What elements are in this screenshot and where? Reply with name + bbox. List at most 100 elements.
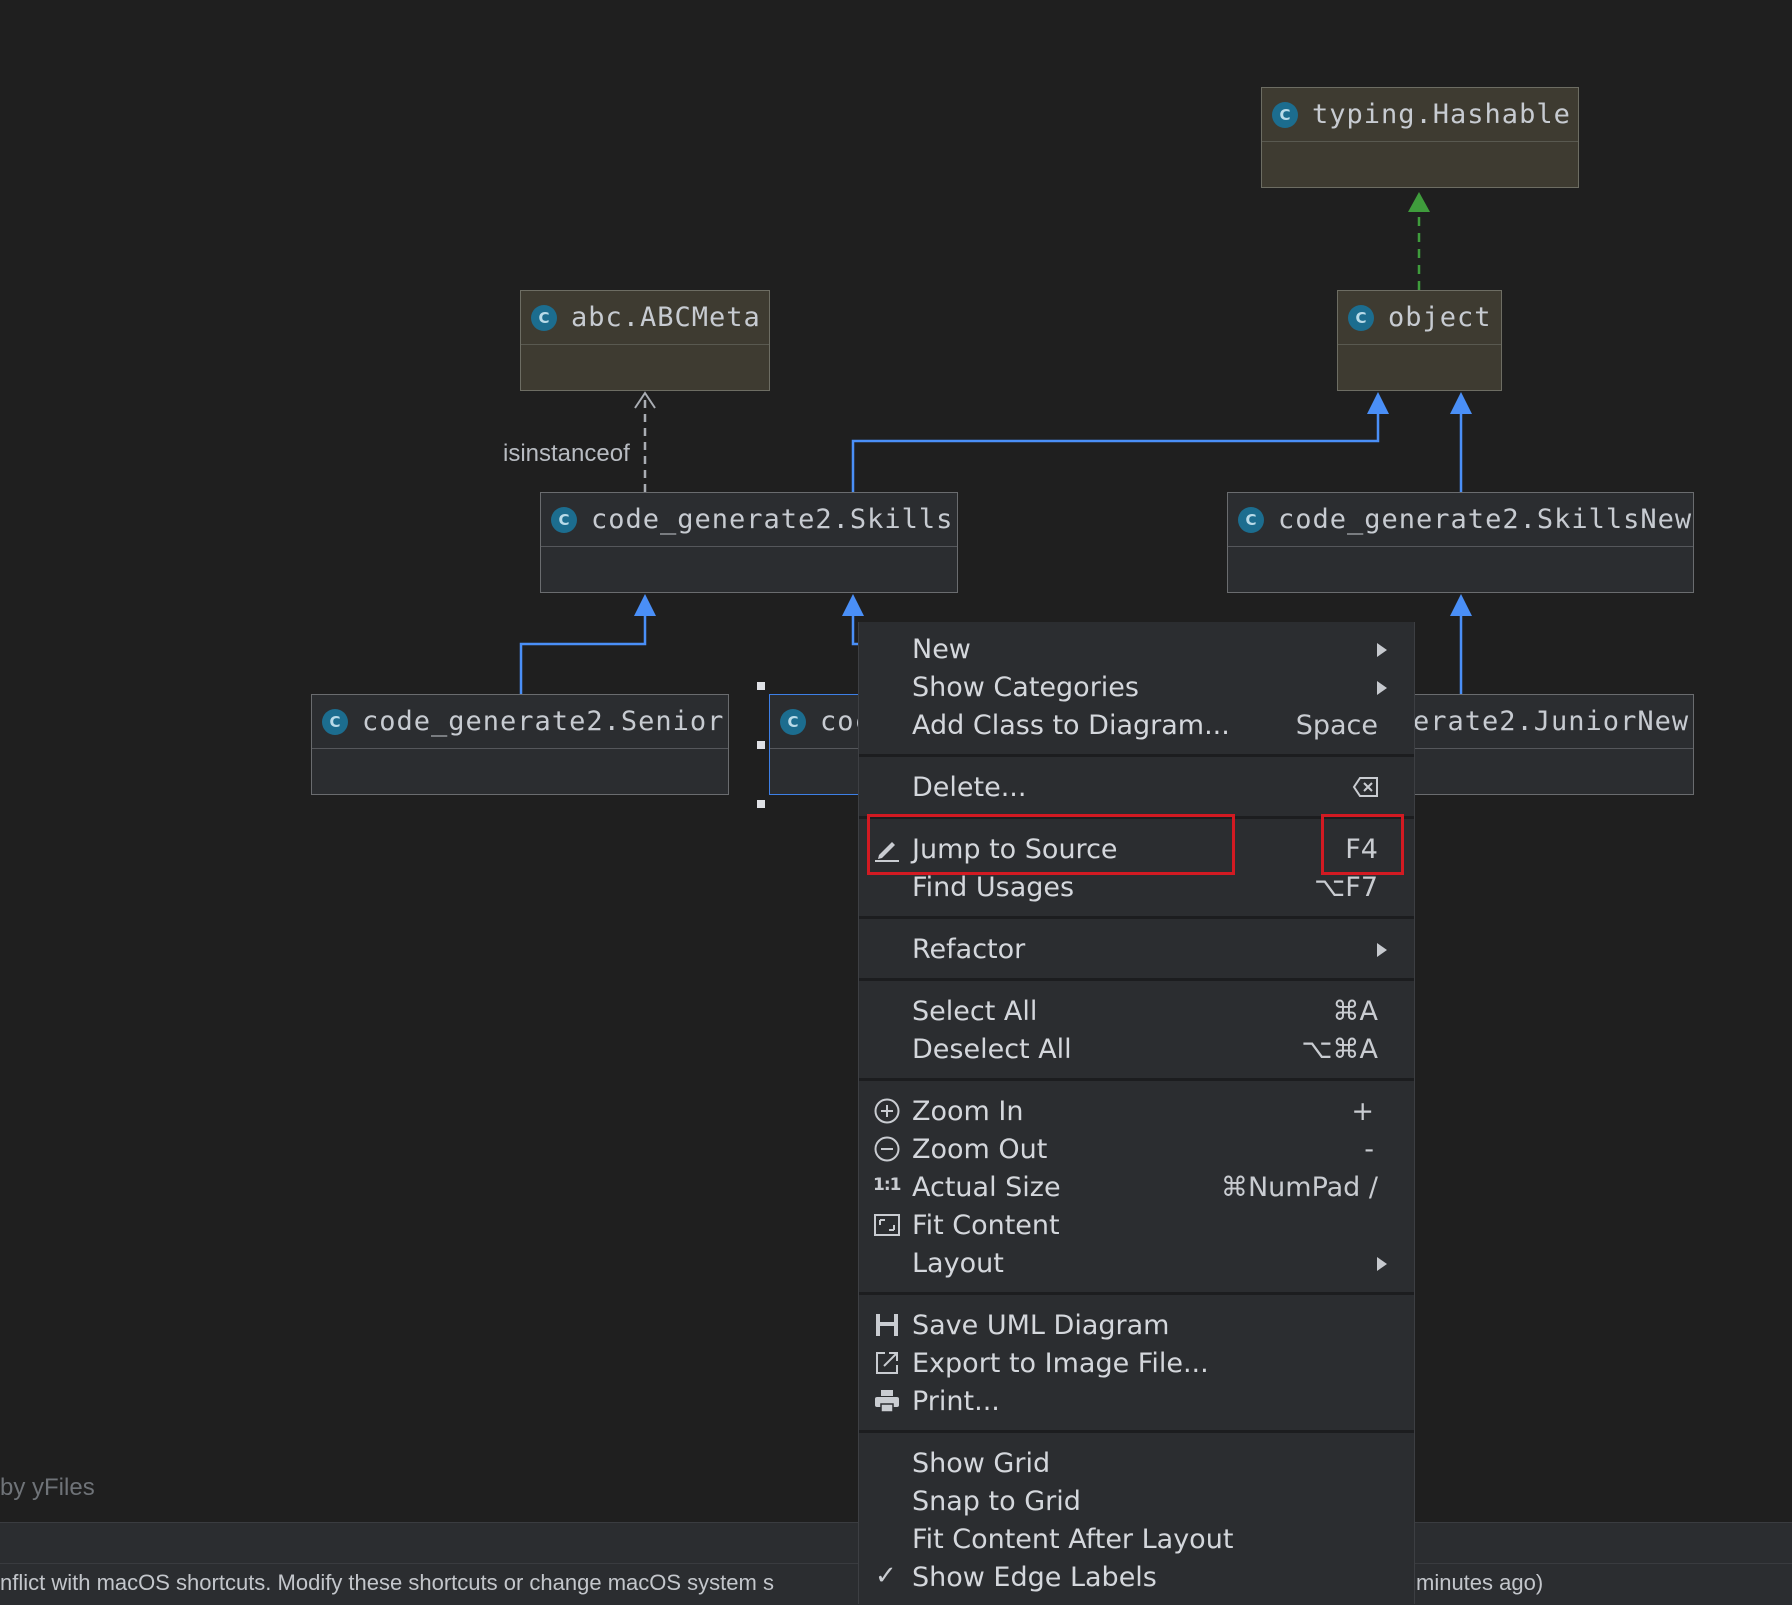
class-node-header: C object [1338, 291, 1501, 345]
menu-separator [859, 1430, 1414, 1433]
menu-separator [859, 1078, 1414, 1081]
menu-item-export-image[interactable]: Export to Image File... [859, 1343, 1414, 1381]
menu-item-label: New [912, 634, 971, 665]
zoom-in-icon [874, 1098, 900, 1124]
menu-item-label: Export to Image File... [912, 1348, 1209, 1379]
menu-item-label: Show Categories [912, 672, 1139, 703]
menu-item-label: Print... [912, 1386, 1000, 1417]
selection-handle[interactable] [757, 800, 765, 808]
edge-object-hashable-arrow [1408, 192, 1430, 212]
menu-item-shortcut: - [1364, 1134, 1374, 1165]
check-icon: ✓ [875, 1561, 897, 1591]
menu-item-shortcut: ⌥⌘A [1301, 1034, 1378, 1065]
class-node-header: erate2.JuniorNew [1401, 695, 1693, 749]
yfiles-watermark: by yFiles [0, 1474, 95, 1501]
menu-item-label: Deselect All [912, 1034, 1072, 1065]
delete-key-icon [1352, 777, 1378, 797]
menu-item-new[interactable]: New [859, 629, 1414, 667]
submenu-arrow-icon [1377, 1257, 1387, 1271]
save-icon [876, 1314, 898, 1336]
class-icon: C [551, 506, 577, 533]
class-node-skills-new[interactable]: C code_generate2.SkillsNew [1227, 492, 1694, 593]
fit-content-icon [874, 1214, 900, 1236]
menu-item-show-categories[interactable]: Show Categories [859, 667, 1414, 705]
menu-item-snap-to-grid[interactable]: Snap to Grid [859, 1481, 1414, 1519]
class-icon: C [780, 708, 806, 735]
class-node-header: C code_generate2.Skills [541, 493, 957, 547]
class-node-senior[interactable]: C code_generate2.Senior [311, 694, 729, 795]
menu-item-zoom-in[interactable]: Zoom In + [859, 1091, 1414, 1129]
class-node-hashable[interactable]: C typing.Hashable [1261, 87, 1579, 188]
edge-label-isinstanceof: isinstanceof [503, 440, 630, 467]
class-icon: C [1238, 506, 1264, 533]
menu-item-show-edge-labels[interactable]: ✓ Show Edge Labels [859, 1557, 1414, 1595]
status-message: nflict with macOS shortcuts. Modify thes… [0, 1570, 774, 1595]
context-menu: New Show Categories Add Class to Diagram… [858, 622, 1415, 1604]
class-node-header: C code_generate2.SkillsNew [1228, 493, 1693, 547]
menu-item-zoom-out[interactable]: Zoom Out - [859, 1129, 1414, 1167]
export-icon [876, 1352, 898, 1374]
menu-item-label: Zoom Out [912, 1134, 1048, 1165]
menu-item-shortcut: Space [1295, 710, 1378, 741]
menu-separator [859, 978, 1414, 981]
class-name: typing.Hashable [1312, 99, 1571, 130]
class-node-junior-new[interactable]: erate2.JuniorNew [1400, 694, 1694, 795]
menu-item-label: Fit Content After Layout [912, 1524, 1234, 1555]
submenu-arrow-icon [1377, 643, 1387, 657]
class-name: code_generate2.Senior [362, 706, 725, 737]
edge-junior-skills-arrow [842, 594, 864, 616]
menu-item-label: Refactor [912, 934, 1026, 965]
class-node-header: C code_generate2.Senior [312, 695, 728, 749]
class-icon: C [1272, 101, 1298, 128]
class-node-skills[interactable]: C code_generate2.Skills [540, 492, 958, 593]
class-icon: C [322, 708, 348, 735]
actual-size-icon: 1:1 [873, 1175, 901, 1195]
menu-item-layout[interactable]: Layout [859, 1243, 1414, 1281]
menu-item-label: Actual Size [912, 1172, 1061, 1203]
edge-senior-skills [519, 615, 647, 694]
menu-separator [859, 754, 1414, 757]
class-icon: C [531, 304, 557, 331]
status-time: minutes ago) [1416, 1570, 1544, 1595]
menu-item-shortcut: ⌘A [1332, 996, 1378, 1027]
class-name: code_generate2.Skills [591, 504, 954, 535]
menu-item-label: Snap to Grid [912, 1486, 1081, 1517]
menu-item-label: Zoom In [912, 1096, 1024, 1127]
menu-item-save-uml[interactable]: Save UML Diagram [859, 1305, 1414, 1343]
edge-skillsnew-object-arrow [1450, 392, 1472, 414]
menu-item-label: Save UML Diagram [912, 1310, 1170, 1341]
menu-item-deselect-all[interactable]: Deselect All ⌥⌘A [859, 1029, 1414, 1067]
selection-handle[interactable] [757, 682, 765, 690]
submenu-arrow-icon [1377, 681, 1387, 695]
menu-item-label: Layout [912, 1248, 1004, 1279]
menu-item-label: Find Usages [912, 872, 1075, 903]
menu-item-refactor[interactable]: Refactor [859, 929, 1414, 967]
edge-skills-object-arrow [1367, 392, 1389, 414]
menu-item-delete[interactable]: Delete... [859, 767, 1414, 805]
menu-item-shortcut: + [1351, 1096, 1374, 1127]
menu-item-print[interactable]: Print... [859, 1381, 1414, 1419]
class-icon: C [1348, 304, 1374, 331]
class-name: abc.ABCMeta [571, 302, 761, 333]
edge-juniornew-skillsnew-arrow [1450, 594, 1472, 616]
highlight-f4-shortcut [1321, 814, 1404, 875]
menu-item-label: Fit Content [912, 1210, 1060, 1241]
class-name: code_generate2.SkillsNew [1278, 504, 1693, 535]
menu-item-fit-content[interactable]: Fit Content [859, 1205, 1414, 1243]
class-name: object [1388, 302, 1492, 333]
class-node-object[interactable]: C object [1337, 290, 1502, 391]
menu-separator [859, 916, 1414, 919]
selection-handle[interactable] [757, 741, 765, 749]
class-name: erate2.JuniorNew [1413, 706, 1690, 737]
printer-icon [875, 1390, 899, 1413]
menu-item-show-grid[interactable]: Show Grid [859, 1443, 1414, 1481]
menu-item-shortcut: ⌥F7 [1314, 872, 1378, 903]
menu-item-actual-size[interactable]: 1:1 Actual Size ⌘NumPad / [859, 1167, 1414, 1205]
menu-item-add-class[interactable]: Add Class to Diagram... Space [859, 705, 1414, 743]
edge-skills-object [851, 412, 1380, 492]
class-node-abcmeta[interactable]: C abc.ABCMeta [520, 290, 770, 391]
menu-item-fit-after-layout[interactable]: Fit Content After Layout [859, 1519, 1414, 1557]
menu-item-select-all[interactable]: Select All ⌘A [859, 991, 1414, 1029]
menu-item-label: Select All [912, 996, 1038, 1027]
menu-separator [859, 1292, 1414, 1295]
